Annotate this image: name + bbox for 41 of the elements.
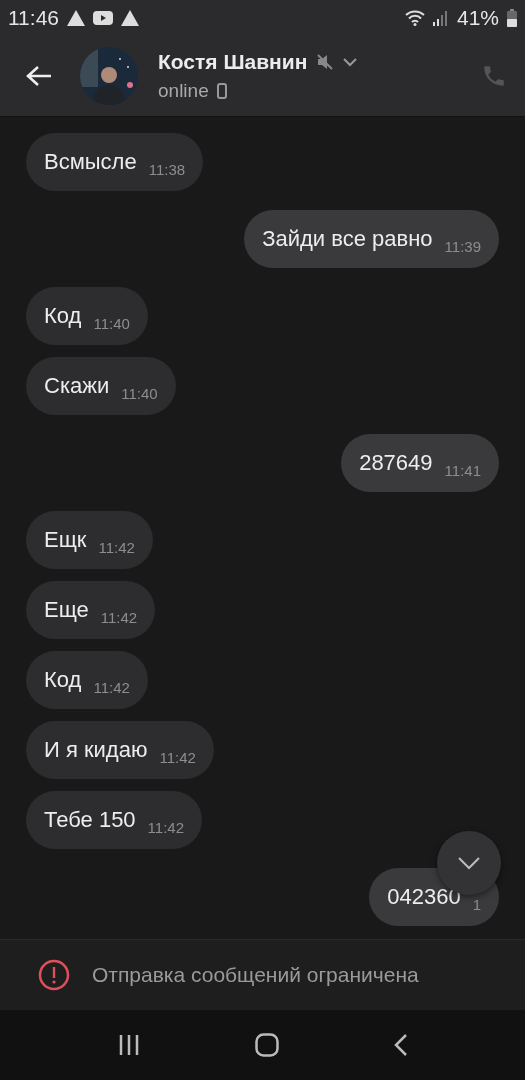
back-arrow-icon[interactable] — [26, 65, 52, 87]
video-icon — [93, 11, 113, 25]
message-text: Скажи — [44, 373, 110, 399]
alert-icon — [38, 959, 70, 991]
message-time: 11:42 — [100, 608, 138, 626]
signal-icon — [432, 10, 449, 26]
chevron-down-icon[interactable] — [343, 57, 358, 67]
message-text: Ещк — [44, 527, 87, 553]
message-time: 11:42 — [98, 538, 135, 556]
battery-icon — [507, 9, 517, 27]
battery-percentage: 41% — [456, 6, 499, 30]
warning-icon — [67, 10, 85, 26]
message-time: 11:41 — [444, 461, 481, 479]
message-time: 11:42 — [93, 678, 130, 696]
message-time: 11:38 — [148, 160, 186, 178]
message-text: Код — [44, 303, 82, 329]
online-status: online — [158, 80, 209, 102]
phone-device-icon — [216, 83, 227, 99]
message-time: 11:39 — [444, 237, 481, 255]
wifi-icon — [404, 10, 425, 26]
message-text: Всмысле — [44, 149, 137, 175]
message-time: 11:40 — [93, 314, 130, 332]
message-time: 1 — [472, 895, 481, 913]
message-text: Зайди все равно — [262, 226, 433, 252]
warning-icon — [121, 10, 139, 26]
message-time: 11:42 — [159, 748, 196, 766]
message-text: 287649 — [359, 450, 433, 476]
clock-time: 11:46 — [8, 6, 59, 30]
message-text: 042360 — [387, 884, 461, 910]
message-text: Код — [44, 667, 82, 693]
home-icon[interactable] — [254, 1033, 279, 1057]
back-icon[interactable] — [393, 1033, 408, 1057]
message-text: И я кидаю — [44, 737, 148, 763]
message-time: 11:42 — [147, 818, 185, 836]
recent-apps-icon[interactable] — [117, 1034, 140, 1056]
message-text: Тебе 150 — [44, 807, 136, 833]
message-text: Еще — [44, 597, 89, 623]
chevron-down-icon — [457, 856, 481, 870]
contact-name: Костя Шавнин — [158, 50, 308, 74]
message-time: 11:40 — [121, 384, 158, 402]
restriction-notice: Отправка сообщений ограничена — [92, 963, 419, 987]
